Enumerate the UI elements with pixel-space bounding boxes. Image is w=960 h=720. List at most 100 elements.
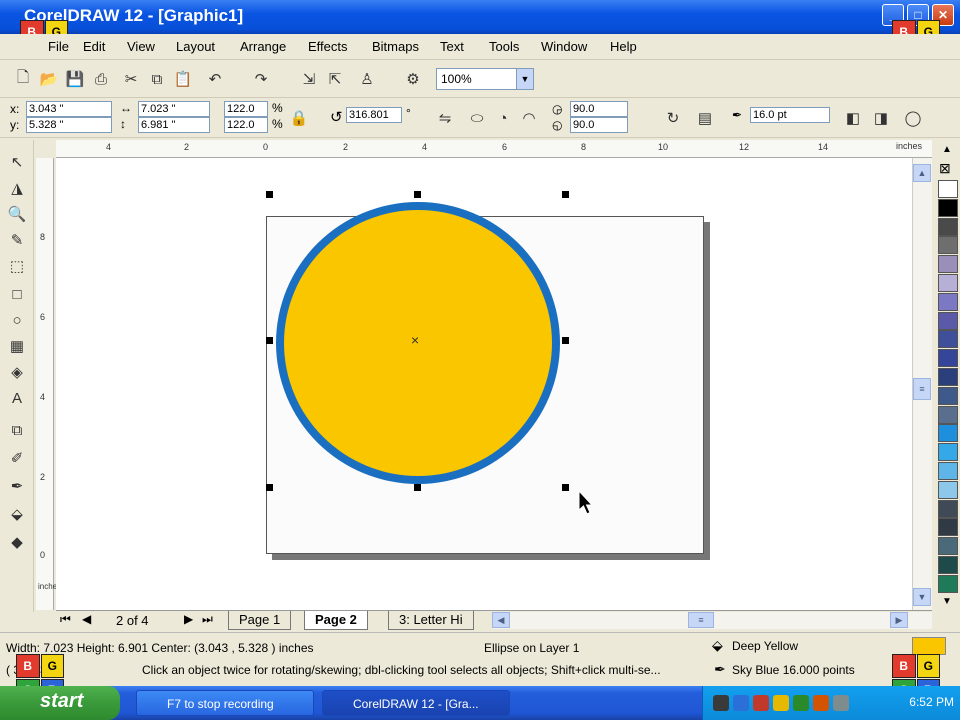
copy-icon[interactable]: ⧉	[146, 68, 168, 90]
menu-layout[interactable]: Layout	[176, 39, 215, 54]
fill-tool-icon[interactable]: ⬙	[5, 502, 29, 526]
open-icon[interactable]: 📂	[38, 68, 60, 90]
mirror-icon[interactable]: ⇋	[434, 107, 456, 129]
palette-swatch[interactable]	[938, 518, 958, 537]
scroll-thumb[interactable]: ≡	[913, 378, 931, 400]
text-tool-icon[interactable]: A	[5, 386, 29, 410]
palette-swatch[interactable]	[938, 236, 958, 255]
interactive-fill-tool-icon[interactable]: ◆	[5, 530, 29, 554]
drawing-canvas[interactable]: ×	[56, 158, 912, 610]
zoom-level-select[interactable]: 100% ▼	[436, 68, 534, 90]
pie-mode-icon[interactable]: ◔	[492, 107, 514, 129]
palette-swatch[interactable]	[938, 424, 958, 443]
end-angle-field[interactable]: 90.0	[570, 117, 628, 133]
scroll-left-button[interactable]: ◀	[492, 612, 510, 628]
palette-swatch[interactable]	[938, 405, 958, 424]
start-angle-field[interactable]: 90.0	[570, 101, 628, 117]
scale-x-field[interactable]: 122.0	[224, 101, 268, 117]
launcher-icon[interactable]: ♙	[356, 68, 378, 90]
menu-window[interactable]: Window	[541, 39, 587, 54]
import-icon[interactable]: ⇲	[298, 68, 320, 90]
palette-swatch[interactable]	[938, 292, 958, 311]
wrap-text-icon[interactable]: ▤	[694, 107, 716, 129]
menu-bitmaps[interactable]: Bitmaps	[372, 39, 419, 54]
tray-network-icon[interactable]	[733, 695, 749, 711]
palette-scroll-up-icon[interactable]: ▲	[942, 144, 952, 155]
tray-update-icon[interactable]	[813, 695, 829, 711]
scroll-down-button[interactable]: ▼	[913, 588, 931, 606]
menu-file[interactable]: File	[48, 39, 69, 54]
cut-icon[interactable]: ✂	[120, 68, 142, 90]
tab-page-2[interactable]: Page 2	[304, 611, 368, 630]
outline-tool-icon[interactable]: ✒	[5, 474, 29, 498]
eyedropper-tool-icon[interactable]: ✐	[5, 446, 29, 470]
to-front-icon[interactable]: ◧	[842, 107, 864, 129]
basic-shapes-tool-icon[interactable]: ◈	[5, 360, 29, 384]
palette-swatch[interactable]	[938, 480, 958, 499]
ellipse-tool-icon[interactable]: ○	[5, 308, 29, 332]
palette-swatch[interactable]	[938, 198, 958, 217]
palette-swatch[interactable]	[938, 537, 958, 556]
shape-tool-icon[interactable]: ◮	[5, 176, 29, 200]
undo-icon[interactable]: ↶	[204, 68, 226, 90]
ellipse-mode-icon[interactable]: ⬭	[466, 107, 488, 129]
palette-swatch[interactable]	[938, 462, 958, 480]
export-icon[interactable]: ⇱	[324, 68, 346, 90]
selection-handle-right[interactable]	[562, 337, 569, 344]
palette-swatch[interactable]	[938, 574, 958, 593]
menu-arrange[interactable]: Arrange	[240, 39, 286, 54]
selection-handle-top-left[interactable]	[266, 191, 273, 198]
y-position-field[interactable]: 5.328 "	[26, 117, 112, 133]
next-page-icon[interactable]: ▶	[184, 612, 193, 626]
polygon-tool-icon[interactable]: ▦	[5, 334, 29, 358]
palette-swatch[interactable]	[938, 386, 958, 405]
palette-swatch[interactable]	[938, 274, 958, 292]
selection-handle-bottom-right[interactable]	[562, 484, 569, 491]
menu-view[interactable]: View	[127, 39, 155, 54]
tab-page-1[interactable]: Page 1	[228, 611, 292, 630]
palette-swatch[interactable]	[938, 349, 958, 368]
tray-shield-icon[interactable]	[773, 695, 789, 711]
prev-page-icon[interactable]: ◀	[82, 612, 91, 626]
palette-scroll-down-icon[interactable]: ▼	[942, 596, 952, 607]
selection-handle-bottom-left[interactable]	[266, 484, 273, 491]
interactive-blend-tool-icon[interactable]: ⧉	[5, 418, 29, 442]
palette-swatch[interactable]	[938, 499, 958, 518]
menu-tools[interactable]: Tools	[489, 39, 519, 54]
smart-fill-tool-icon[interactable]: ⬚	[5, 254, 29, 278]
selection-handle-top[interactable]	[414, 191, 421, 198]
no-fill-swatch[interactable]: ⊠	[939, 160, 951, 177]
freehand-tool-icon[interactable]: ✎	[5, 228, 29, 252]
print-icon[interactable]: ⎙	[90, 68, 112, 90]
outline-width-select[interactable]: 16.0 pt	[750, 107, 830, 123]
menu-effects[interactable]: Effects	[308, 39, 348, 54]
palette-swatch[interactable]	[938, 330, 958, 349]
tray-volume-icon[interactable]	[833, 695, 849, 711]
options-icon[interactable]: ⚙	[402, 68, 424, 90]
palette-swatch[interactable]	[938, 217, 958, 236]
taskbar-item-recording[interactable]: F7 to stop recording	[136, 690, 314, 716]
start-button[interactable]: start	[0, 686, 120, 720]
width-field[interactable]: 7.023 "	[138, 101, 210, 117]
direction-icon[interactable]: ↻	[662, 107, 684, 129]
to-back-icon[interactable]: ◨	[870, 107, 892, 129]
menu-text[interactable]: Text	[440, 39, 464, 54]
menu-help[interactable]: Help	[610, 39, 637, 54]
tray-media-icon[interactable]	[753, 695, 769, 711]
new-document-icon[interactable]: 🗋	[12, 68, 34, 90]
selection-handle-left[interactable]	[266, 337, 273, 344]
scroll-up-button[interactable]: ▲	[913, 164, 931, 182]
last-page-icon[interactable]: ⏭	[202, 612, 213, 627]
convert-to-curves-icon[interactable]: ◯	[902, 107, 924, 129]
zoom-tool-icon[interactable]: 🔍	[5, 202, 29, 226]
save-icon[interactable]: 💾	[64, 68, 86, 90]
palette-swatch[interactable]	[938, 556, 958, 574]
vertical-ruler[interactable]: 8 6 4 2 0 inches	[36, 158, 61, 610]
selection-handle-bottom[interactable]	[414, 484, 421, 491]
rotation-angle-field[interactable]: 316.801	[346, 107, 402, 123]
palette-swatch[interactable]	[938, 255, 958, 274]
tray-app-icon[interactable]	[793, 695, 809, 711]
taskbar-item-coreldraw[interactable]: CorelDRAW 12 - [Gra...	[322, 690, 510, 716]
fill-color-swatch[interactable]	[912, 637, 946, 655]
selection-handle-top-right[interactable]	[562, 191, 569, 198]
